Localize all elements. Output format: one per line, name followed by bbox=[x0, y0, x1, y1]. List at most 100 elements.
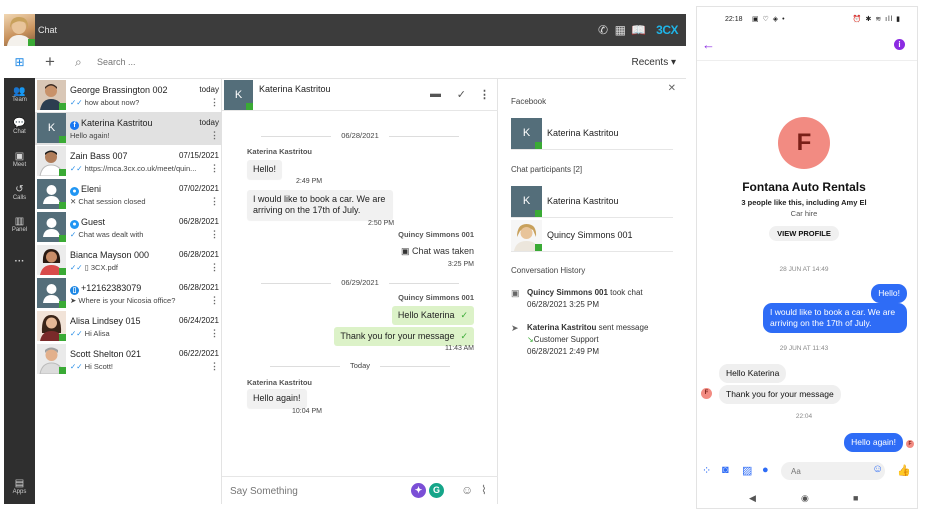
double-check-icon: ✓✓ bbox=[70, 263, 85, 272]
rail-item-meet[interactable]: ▣ Meet bbox=[4, 151, 35, 168]
phone-icon[interactable]: ✆ bbox=[598, 23, 608, 37]
conversation-item[interactable]: George Brassington 002 today ✓✓ how abou… bbox=[35, 79, 222, 112]
conversation-item[interactable]: ● Eleni 07/02/2021 ✕ Chat session closed … bbox=[35, 178, 222, 211]
rail-label: Panel bbox=[11, 227, 28, 233]
conversation-date: 07/15/2021 bbox=[178, 151, 219, 160]
more-options-icon[interactable]: ⋮ bbox=[210, 262, 219, 273]
rail-item-chat[interactable]: 💬 Chat bbox=[4, 118, 35, 135]
participant-row[interactable]: Quincy Simmons 001 bbox=[511, 219, 673, 252]
preview-text: Where is your Nicosia office? bbox=[78, 296, 176, 305]
arrow-icon: ↘ bbox=[527, 335, 534, 344]
more-options-icon[interactable]: ⋮ bbox=[479, 88, 490, 101]
rail-item-team[interactable]: 👥 Team bbox=[4, 86, 35, 103]
attach-icon[interactable]: ⌇ bbox=[481, 483, 487, 497]
grammarly-icon[interactable]: G bbox=[429, 483, 444, 498]
avatar: K bbox=[511, 186, 542, 217]
recents-dropdown[interactable]: Recents ▾ bbox=[632, 57, 676, 68]
contact-name: f Katerina Kastritou bbox=[70, 118, 153, 130]
more-options-icon[interactable]: ⋮ bbox=[210, 229, 219, 240]
view-profile-button[interactable]: VIEW PROFILE bbox=[769, 226, 839, 241]
page-title: Fontana Auto Rentals bbox=[742, 180, 866, 194]
thumbs-up-icon[interactable]: 👍 bbox=[897, 464, 911, 477]
dialpad-icon[interactable]: ▦ bbox=[615, 23, 626, 37]
apps-grid-icon[interactable]: ⁘ bbox=[702, 464, 711, 477]
message-bubble-in: I would like to book a car. We are arriv… bbox=[247, 190, 393, 220]
toolbar: + ⌕ Recents ▾ bbox=[35, 46, 686, 79]
check-icon[interactable]: ✓ bbox=[457, 88, 466, 101]
contact-name: ▯ +12162383079 bbox=[70, 283, 141, 295]
more-options-icon[interactable]: ⋮ bbox=[210, 295, 219, 306]
mic-icon[interactable]: ● bbox=[762, 464, 769, 476]
more-options-icon[interactable]: ⋮ bbox=[210, 328, 219, 339]
phone-message-input[interactable] bbox=[781, 462, 885, 480]
rail-label: Apps bbox=[12, 489, 27, 495]
message-sender: Katerina Kastritou bbox=[247, 147, 313, 156]
history-target: Customer Support bbox=[533, 335, 599, 344]
contact-name: George Brassington 002 bbox=[70, 85, 168, 95]
close-icon[interactable]: ✕ bbox=[668, 83, 676, 94]
info-icon[interactable]: i bbox=[894, 39, 905, 50]
nav-back-icon[interactable]: ◀ bbox=[749, 493, 756, 504]
message-time: 3:25 PM bbox=[447, 261, 474, 268]
facebook-contact-row[interactable]: K Katerina Kastritou bbox=[511, 117, 673, 150]
seen-avatar: F bbox=[906, 440, 914, 448]
conversation-item[interactable]: Zain Bass 007 07/15/2021 ✓✓ https://mca.… bbox=[35, 145, 222, 178]
ai-assist-icon[interactable]: ✦ bbox=[411, 483, 426, 498]
conversation-date: 06/24/2021 bbox=[178, 316, 219, 325]
rail-item-more[interactable]: ··· bbox=[4, 256, 35, 267]
conversation-item[interactable]: ▯ +12162383079 06/28/2021 ➤ Where is your… bbox=[35, 277, 222, 310]
emoji-icon[interactable]: ☺ bbox=[461, 483, 473, 497]
back-arrow-icon[interactable]: ← bbox=[702, 37, 715, 52]
emoji-icon[interactable]: ☺ bbox=[872, 463, 883, 475]
preview-text: 3CX.pdf bbox=[90, 263, 118, 272]
gallery-icon[interactable]: ▨ bbox=[742, 464, 752, 477]
more-options-icon[interactable]: ⋮ bbox=[210, 163, 219, 174]
info-panel: ✕ Facebook K Katerina Kastritou Chat par… bbox=[498, 79, 686, 504]
history-entry: ▣ Quincy Simmons 001 took chat 06/28/202… bbox=[511, 287, 681, 311]
webchat-icon: ● bbox=[70, 187, 79, 196]
conversation-item[interactable]: ● Guest 06/28/2021 ✓ Chat was dealt with … bbox=[35, 211, 222, 244]
nav-recents-icon[interactable]: ■ bbox=[853, 493, 858, 503]
avatar bbox=[37, 179, 66, 209]
camera-icon[interactable]: ◙ bbox=[722, 464, 729, 476]
rail-item-calls[interactable]: ↺ Calls bbox=[4, 184, 35, 201]
rail-item-apps[interactable]: ▤ Apps bbox=[4, 478, 35, 495]
conversation-item[interactable]: Alisa Lindsey 015 06/24/2021 ✓✓ Hi Alisa… bbox=[35, 310, 222, 343]
avatar: K bbox=[511, 118, 542, 149]
check-icon: ✓ bbox=[460, 310, 468, 320]
transcript-icon[interactable]: ▬ bbox=[430, 88, 441, 100]
history-actor: Quincy Simmons 001 bbox=[527, 288, 608, 297]
more-options-icon[interactable]: ⋮ bbox=[210, 130, 219, 141]
message-preview: ➤ Where is your Nicosia office? bbox=[70, 296, 205, 305]
participant-name: Katerina Kastritou bbox=[547, 196, 619, 206]
nav-home-icon[interactable]: ◉ bbox=[801, 493, 809, 504]
avatar bbox=[37, 278, 66, 308]
conversation-item[interactable]: Bianca Mayson 000 06/28/2021 ✓✓ ▯ 3CX.pd… bbox=[35, 244, 222, 277]
apps-icon: ▤ bbox=[14, 478, 25, 489]
page-avatar-small: F bbox=[701, 388, 712, 399]
message-input[interactable] bbox=[230, 483, 400, 499]
webchat-icon: ● bbox=[70, 220, 79, 229]
message-bubble-out: Hello! bbox=[871, 284, 907, 303]
date-divider: 29 JUN AT 11:43 bbox=[779, 345, 829, 352]
preview-text: Hi Scott! bbox=[84, 362, 113, 371]
more-options-icon[interactable]: ⋮ bbox=[210, 196, 219, 207]
windows-icon[interactable]: ⊞ bbox=[4, 46, 35, 78]
book-icon[interactable]: 📖 bbox=[631, 23, 646, 37]
android-nav-bar: ◀ ◉ ■ bbox=[697, 489, 917, 508]
conversation-item[interactable]: Scott Shelton 021 06/22/2021 ✓✓ Hi Scott… bbox=[35, 343, 222, 376]
message-composer: ✦ G ☺ ⌇ bbox=[222, 476, 498, 504]
participant-row[interactable]: K Katerina Kastritou bbox=[511, 185, 673, 218]
search-input[interactable] bbox=[97, 54, 317, 70]
conversation-item[interactable]: K f Katerina Kastritou today Hello again!… bbox=[35, 112, 222, 145]
more-options-icon[interactable]: ⋮ bbox=[210, 97, 219, 108]
history-time: 06/28/2021 2:49 PM bbox=[527, 347, 600, 356]
message-preview: ✕ Chat session closed bbox=[70, 197, 205, 206]
rail-label: Meet bbox=[12, 162, 27, 168]
user-avatar[interactable] bbox=[4, 14, 35, 46]
more-options-icon[interactable]: ⋮ bbox=[210, 361, 219, 372]
phone-composer: ⁘ ◙ ▨ ● ☺ 👍 bbox=[697, 459, 917, 483]
new-chat-button[interactable]: + bbox=[45, 52, 55, 72]
preview-text: Chat was dealt with bbox=[78, 230, 144, 239]
rail-item-panel[interactable]: ▥ Panel bbox=[4, 216, 35, 233]
